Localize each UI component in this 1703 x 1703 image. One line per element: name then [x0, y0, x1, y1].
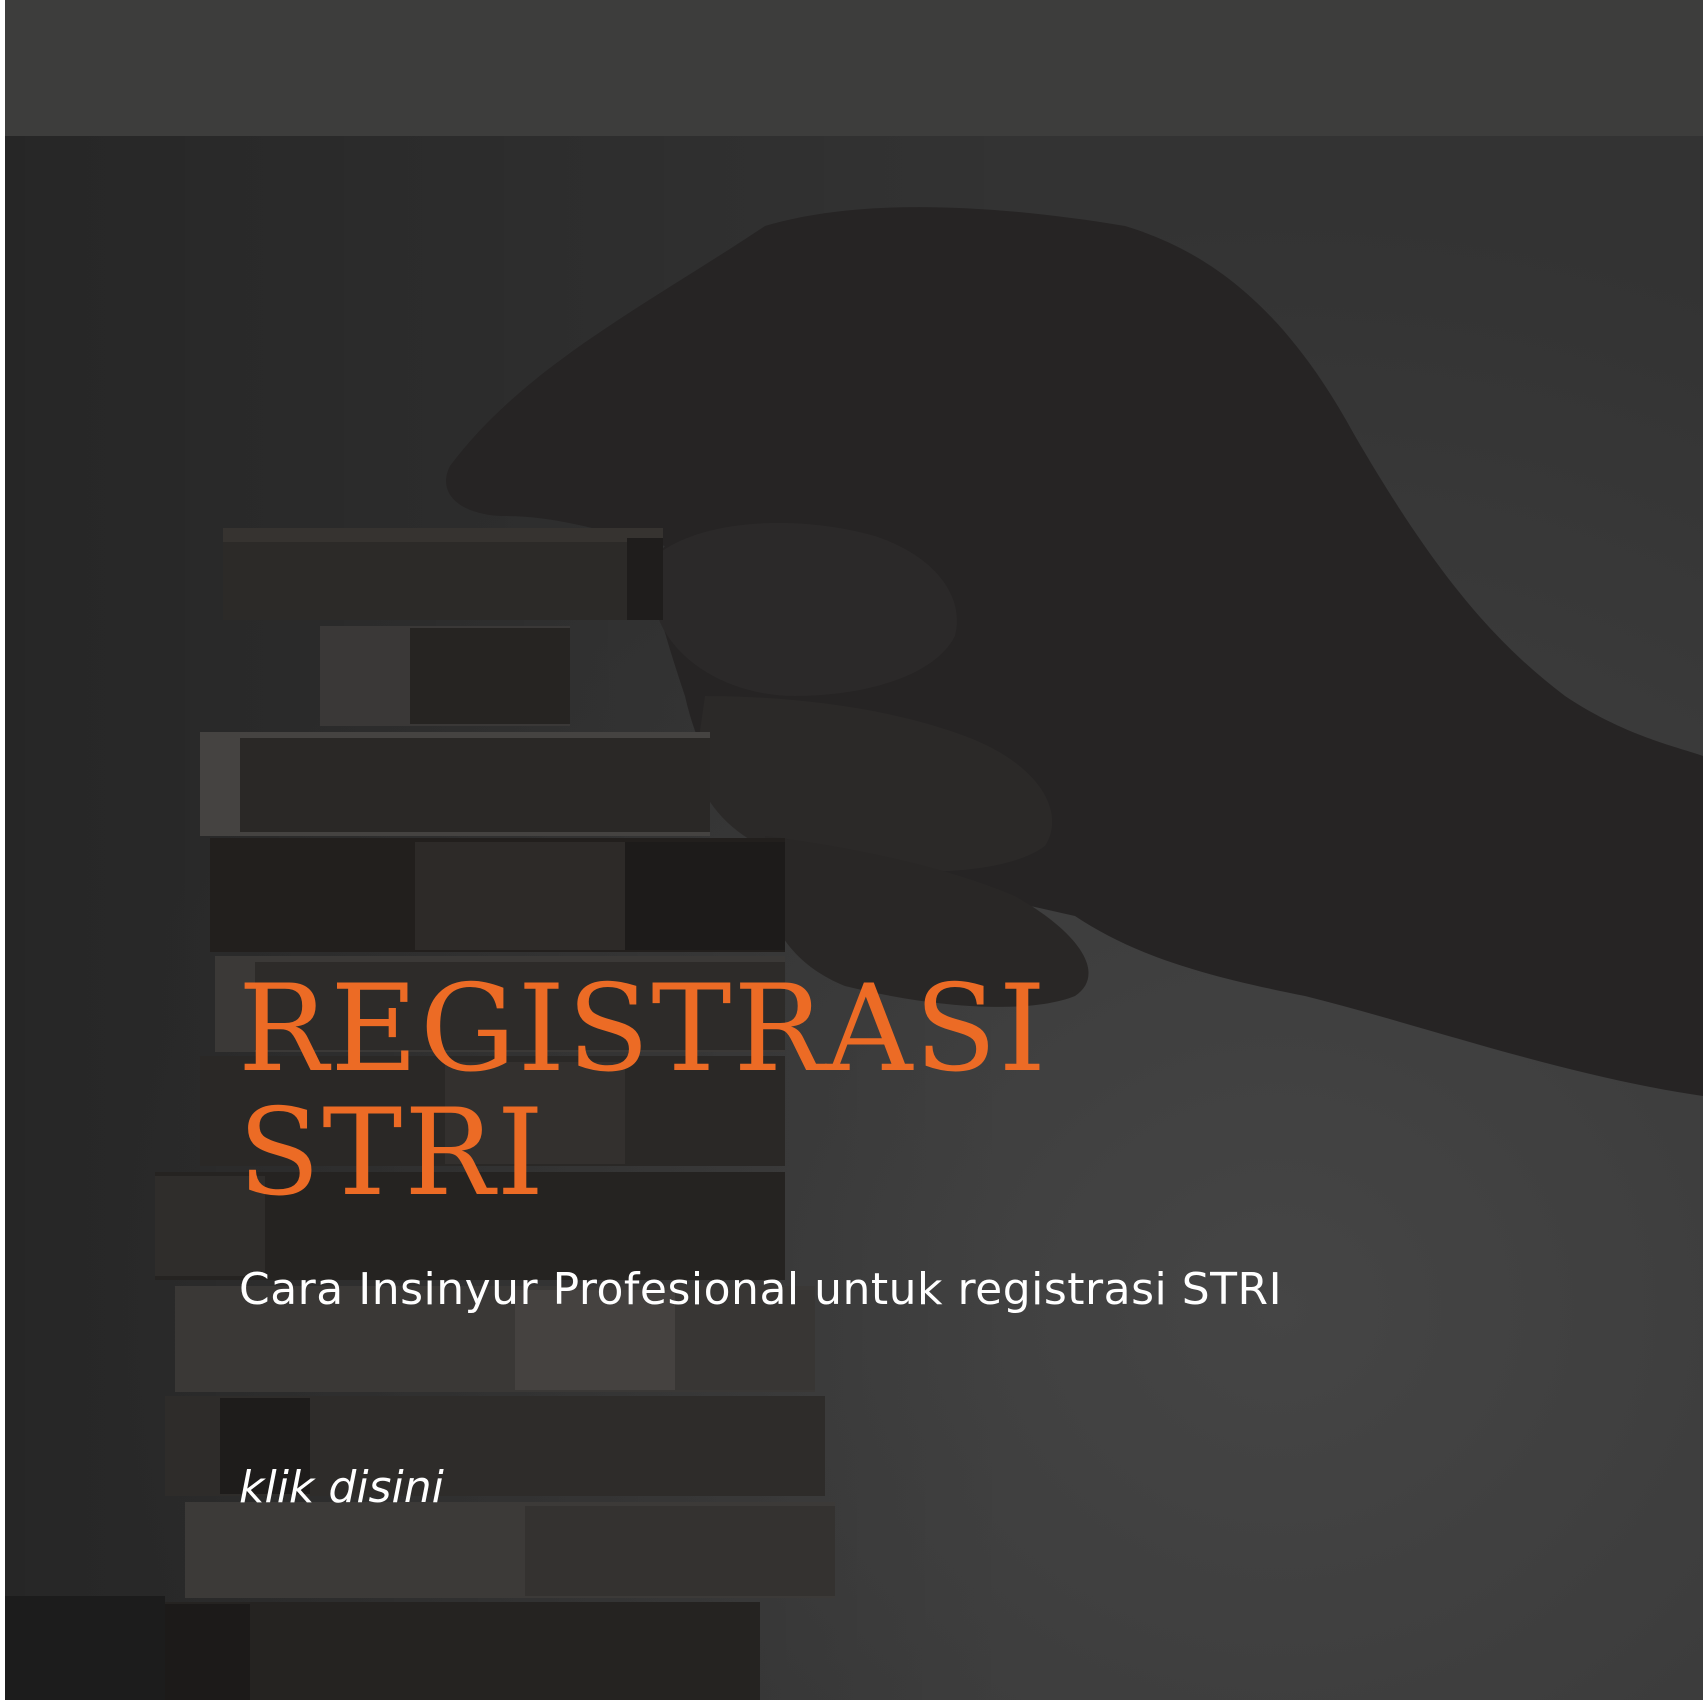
- left-border: [0, 0, 5, 1703]
- banner-canvas: REGISTRASI STRI Cara Insinyur Profesiona…: [0, 0, 1703, 1703]
- subtitle: Cara Insinyur Profesional untuk registra…: [239, 1264, 1283, 1315]
- page-title: REGISTRASI STRI: [238, 968, 1238, 1216]
- held-block: [223, 528, 663, 620]
- click-here-link[interactable]: klik disini: [239, 1460, 444, 1516]
- title-line-2: STRI: [238, 1084, 546, 1223]
- top-band: [0, 0, 1703, 136]
- title-line-1: REGISTRASI: [238, 960, 1049, 1099]
